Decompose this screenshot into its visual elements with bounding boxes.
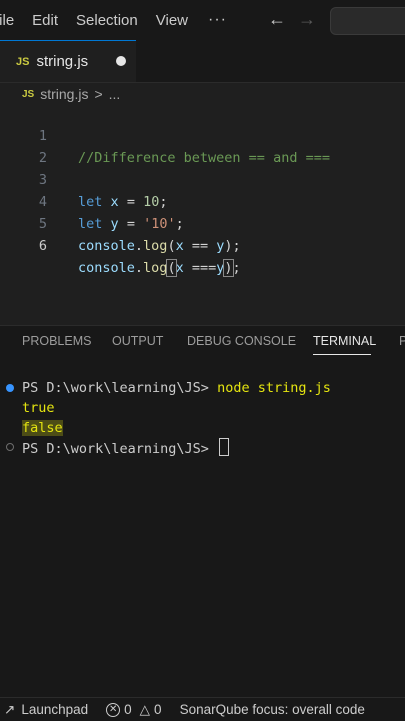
chevron-right-icon: > xyxy=(94,86,103,102)
unsaved-dot-icon[interactable] xyxy=(116,56,126,66)
problems-status[interactable]: ✕ 0 △ 0 xyxy=(106,701,162,718)
terminal-line: PS D:\work\learning\JS> node string.js xyxy=(22,380,331,396)
javascript-file-icon: JS xyxy=(22,88,35,100)
command-center-search[interactable] xyxy=(330,7,405,35)
breadcrumb-more[interactable]: ... xyxy=(109,86,121,102)
menu-selection[interactable]: Selection xyxy=(76,12,138,29)
tab-ports[interactable]: P xyxy=(399,334,405,348)
tab-string-js[interactable]: JS string.js xyxy=(0,40,136,82)
command-pending-icon[interactable] xyxy=(6,443,14,451)
tab-output[interactable]: OUTPUT xyxy=(112,334,163,348)
terminal-line: true xyxy=(22,400,55,416)
code-text: console.log(x ===y); xyxy=(78,259,241,277)
breadcrumb-file[interactable]: string.js xyxy=(40,86,88,102)
code-line-active: 6 console.log(x ===y); xyxy=(0,213,405,277)
menu-more-icon[interactable]: ··· xyxy=(208,11,227,29)
code-editor[interactable]: 1 //Difference between == and === 2 3 le… xyxy=(0,105,405,325)
back-arrow-icon[interactable]: ← xyxy=(268,9,286,30)
code-line: 5 console.log(x == y); xyxy=(0,191,405,254)
rocket-icon[interactable]: ↗ xyxy=(4,702,15,718)
error-icon: ✕ xyxy=(106,702,121,717)
command-success-icon[interactable] xyxy=(6,384,14,392)
code-line: 1 //Difference between == and === xyxy=(0,103,405,166)
panel-tabs: PROBLEMS OUTPUT DEBUG CONSOLE TERMINAL P xyxy=(0,326,405,358)
tab-label: string.js xyxy=(36,53,89,70)
menu-view[interactable]: View xyxy=(156,12,188,29)
error-count: 0 xyxy=(124,702,132,717)
terminal-line: false xyxy=(22,420,63,436)
bottom-panel: PROBLEMS OUTPUT DEBUG CONSOLE TERMINAL P… xyxy=(0,325,405,698)
code-line: 3 let x = 10; xyxy=(0,147,405,210)
menu-file[interactable]: File xyxy=(0,12,14,29)
code-line: 2 xyxy=(0,125,405,166)
tab-terminal[interactable]: TERMINAL xyxy=(313,334,376,348)
forward-arrow-icon[interactable]: → xyxy=(298,9,316,30)
menu-bar: File Edit Selection View ··· ← → xyxy=(0,0,405,40)
status-bar: ↗ Launchpad ✕ 0 △ 0 SonarQube focus: ove… xyxy=(0,697,405,721)
tab-problems[interactable]: PROBLEMS xyxy=(22,334,91,348)
sonarqube-status[interactable]: SonarQube focus: overall code xyxy=(180,702,365,717)
terminal-line: PS D:\work\learning\JS> xyxy=(22,438,230,458)
editor-tab-bar: JS string.js xyxy=(0,40,405,83)
warning-count: 0 xyxy=(154,702,162,717)
javascript-file-icon: JS xyxy=(16,55,30,68)
code-text: console.log(x == y); xyxy=(78,238,241,254)
code-line: 4 let y = '10'; xyxy=(0,169,405,232)
menu-edit[interactable]: Edit xyxy=(32,12,58,29)
line-number: 6 xyxy=(38,238,47,254)
active-tab-indicator xyxy=(313,354,371,355)
terminal-cursor xyxy=(219,438,230,456)
launchpad-label[interactable]: Launchpad xyxy=(21,702,88,717)
tab-debug-console[interactable]: DEBUG CONSOLE xyxy=(187,334,296,348)
warning-icon: △ xyxy=(139,701,151,717)
breadcrumb: JS string.js > ... xyxy=(0,83,405,105)
